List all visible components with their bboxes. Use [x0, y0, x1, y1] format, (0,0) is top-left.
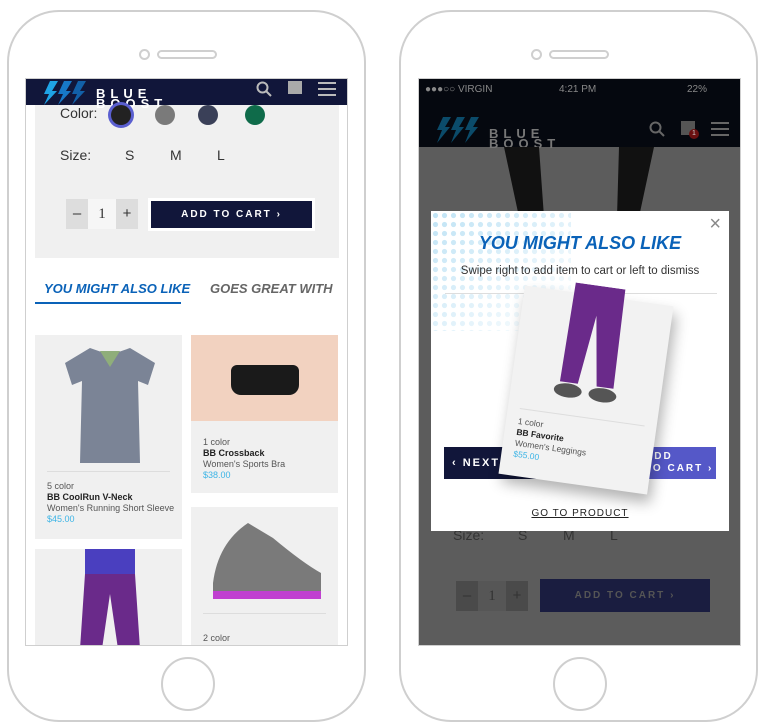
color-swatch-black[interactable]: [111, 105, 131, 125]
size-l[interactable]: L: [217, 147, 225, 163]
camera: [531, 49, 542, 60]
brand-logo[interactable]: BLUE BOOST: [433, 117, 555, 150]
left-screen: BLUE BOOST Color: Size: S M L – 1 + ADD T…: [25, 78, 348, 646]
add-label-2: TO CART ›: [645, 463, 714, 474]
camera: [139, 49, 150, 60]
product-image-leggings: [80, 549, 140, 645]
swipe-product-card[interactable]: 1 color BB Favorite Women's Leggings $55.00: [498, 282, 674, 495]
product-image-leggings: [553, 282, 626, 403]
status-battery: 22%: [687, 84, 708, 95]
product-card[interactable]: 5 color BB CoolRun V-Neck Women's Running …: [35, 335, 182, 539]
product-card[interactable]: 2 color: [191, 507, 338, 645]
quantity-stepper-dimmed: –1 +: [456, 581, 528, 611]
search-icon[interactable]: [256, 81, 272, 97]
site-header-dimmed: ●●●○○ VIRGIN 4:21 PM 22% BLUE BOOST 1: [419, 79, 740, 150]
site-header: BLUE BOOST: [26, 79, 347, 110]
recommendation-modal: × YOU MIGHT ALSO LIKE Swipe right to add…: [431, 211, 729, 531]
qty-value[interactable]: 1: [88, 199, 116, 229]
right-screen: ●●●○○ VIRGIN 4:21 PM 22% BLUE BOOST 1 Siz…: [418, 78, 741, 646]
product-colors: 5 color: [47, 481, 75, 491]
cart-badge: 1: [689, 129, 699, 139]
brand-logo[interactable]: BLUE BOOST: [40, 81, 180, 110]
color-swatch-green[interactable]: [245, 105, 265, 125]
product-price: $38.00: [203, 470, 231, 480]
search-icon[interactable]: [649, 121, 665, 137]
product-image-tshirt: [65, 348, 155, 463]
product-card[interactable]: 1 color BB Crossback Women's Sports Bra $38…: [191, 335, 338, 493]
add-to-cart-button-dimmed: ADD TO CART ›: [540, 579, 710, 612]
tab-goes-great-with[interactable]: GOES GREAT WITH: [210, 281, 333, 296]
home-button[interactable]: [553, 657, 607, 711]
qty-minus-button[interactable]: –: [66, 199, 88, 229]
size-label: Size:: [60, 147, 92, 163]
speaker: [157, 50, 217, 59]
menu-icon[interactable]: [318, 82, 336, 96]
status-carrier: ●●●○○ VIRGIN: [425, 84, 493, 95]
active-tab-underline: [35, 302, 181, 304]
logo-bolts: [437, 117, 479, 143]
product-colors: 2 color: [203, 633, 231, 643]
product-options-panel: [35, 105, 339, 258]
modal-title: YOU MIGHT ALSO LIKE: [478, 233, 682, 253]
tab-you-might-also-like[interactable]: YOU MIGHT ALSO LIKE: [44, 281, 190, 296]
add-to-cart-button[interactable]: ADD TO CART ›: [148, 198, 315, 231]
color-label: Color:: [60, 105, 98, 121]
product-desc: Women's Running Short Sleeve: [47, 503, 175, 513]
product-desc: Women's Sports Bra: [203, 459, 286, 469]
modal-subtitle: Swipe right to add item to cart or left …: [460, 265, 700, 277]
status-time: 4:21 PM: [559, 84, 597, 95]
size-m[interactable]: M: [170, 147, 182, 163]
product-price: $45.00: [47, 514, 75, 524]
product-name: BB CoolRun V-Neck: [47, 492, 133, 502]
product-card[interactable]: [35, 549, 182, 645]
quantity-stepper: – 1 +: [66, 199, 138, 229]
speaker: [549, 50, 609, 59]
size-s[interactable]: S: [125, 147, 134, 163]
product-colors: 1 color: [203, 437, 231, 447]
menu-icon[interactable]: [711, 122, 729, 136]
home-button[interactable]: [161, 657, 215, 711]
color-swatch-gray[interactable]: [155, 105, 175, 125]
product-image-bra: [191, 335, 338, 421]
go-to-product-link[interactable]: GO TO PRODUCT: [431, 508, 729, 519]
qty-plus-button[interactable]: +: [116, 199, 138, 229]
qty-value-dimmed: 1: [478, 581, 506, 611]
product-image-dimmed: [504, 147, 654, 217]
product-name: BB Crossback: [203, 448, 265, 458]
product-image-shoes: [213, 523, 321, 599]
color-swatch-navy[interactable]: [198, 105, 218, 125]
cart-icon[interactable]: [288, 81, 302, 94]
logo-bolts: [44, 81, 86, 105]
